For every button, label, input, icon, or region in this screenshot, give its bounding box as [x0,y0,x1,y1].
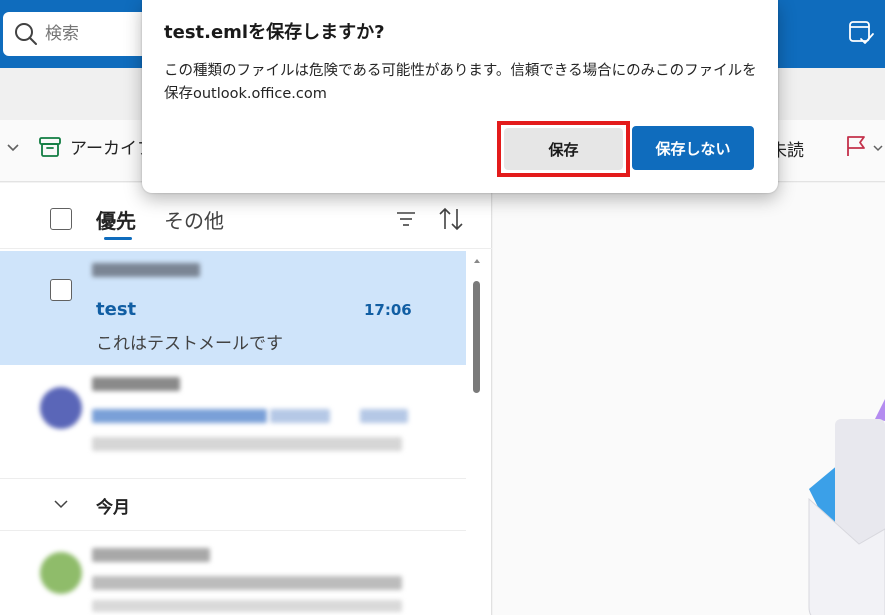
group-header-label: 今月 [96,498,130,518]
chevron-down-icon[interactable] [872,142,884,154]
sender-name-redacted [92,263,200,277]
save-file-dialog: test.emlを保存しますか? この種類のファイルは危険である可能性があります… [142,0,778,193]
tab-other[interactable]: その他 [164,205,224,234]
mail-preview-redacted [92,437,402,451]
mail-subject-redacted [270,409,330,423]
mail-list-panel: 優先 その他 test 17:06 これはテストメールです 今月 [0,183,492,615]
search-icon [15,23,37,45]
dialog-message: この種類のファイルは危険である可能性があります。信頼できる場合にのみこのファイル… [164,63,757,102]
mail-subject: test [96,299,137,320]
calendar-check-icon[interactable] [847,18,875,46]
mail-item[interactable] [0,532,466,615]
mail-subject-redacted [92,409,267,423]
filter-icon[interactable] [395,209,417,229]
mail-subject-redacted [92,576,402,590]
avatar [40,387,82,429]
group-header[interactable]: 今月 [0,479,466,531]
avatar [40,552,82,594]
mail-item-selected[interactable]: test 17:06 これはテストメールです [0,251,466,365]
mail-preview-redacted [92,600,402,612]
chevron-down-icon[interactable] [6,140,20,154]
sender-name-redacted [92,548,210,562]
select-all-checkbox[interactable] [50,208,72,230]
scrollbar-thumb[interactable] [473,281,480,393]
tab-focused[interactable]: 優先 [96,205,136,234]
dialog-title: test.emlを保存しますか? [164,22,385,43]
mail-time: 17:06 [364,301,412,319]
mail-subject-redacted [360,409,408,423]
dont-save-button[interactable]: 保存しない [632,126,754,170]
mail-preview: これはテストメールです [96,334,283,354]
flag-icon[interactable] [844,134,868,158]
scroll-up-arrow[interactable] [474,259,480,263]
sort-icon[interactable] [438,207,464,231]
archive-button[interactable]: アーカイブ [38,134,154,159]
sender-name-redacted [92,377,180,391]
mail-checkbox[interactable] [50,279,72,301]
save-button[interactable]: 保存 [504,128,623,170]
archive-icon [39,136,61,157]
mail-item[interactable] [0,365,466,479]
chevron-down-icon [54,500,68,509]
envelope-illustration [808,399,885,615]
scrollbar[interactable] [468,253,486,613]
tab-focused-indicator [104,237,132,240]
reading-pane [493,183,885,615]
